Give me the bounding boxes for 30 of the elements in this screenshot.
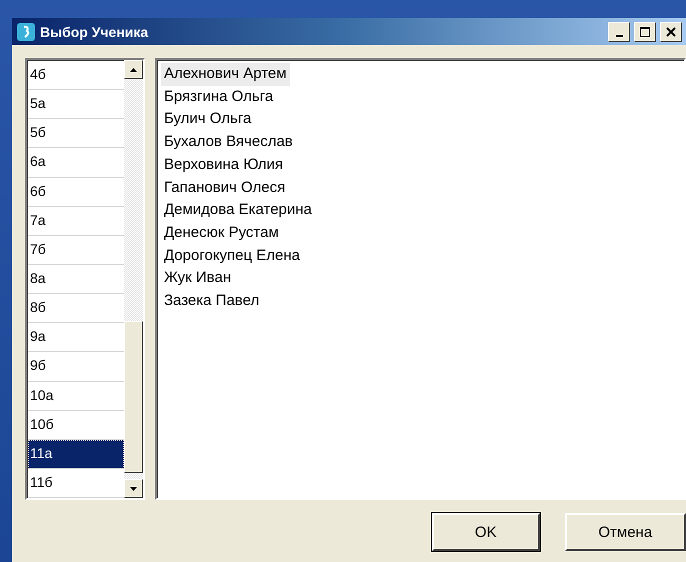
student-item[interactable]: Демидова Екатерина [160, 199, 315, 222]
student-list[interactable]: Алехнович Артем Брязгина Ольга Булич Ольга Бухалов Вячеслав Верховина Юлия Гапанович Олеся Демидова Екатерина Денесюк Рустам Дорогокупец Елена Жук Иван Зазека Павел [154, 58, 686, 500]
student-item[interactable]: Верховина Юлия [160, 154, 286, 177]
scroll-up-button[interactable] [124, 60, 143, 79]
student-item[interactable]: Булич Ольга [160, 108, 254, 132]
student-item[interactable]: Денесюк Рустам [160, 222, 282, 245]
window-title: Выбор Ученика [40, 24, 150, 40]
student-item[interactable]: Жук Иван [160, 267, 234, 290]
scrollbar[interactable] [124, 60, 143, 498]
student-item[interactable]: Зазека Павел [160, 290, 262, 313]
app-icon [16, 22, 36, 42]
maximize-icon [639, 26, 651, 38]
student-item[interactable]: Бухалов Вячеслав [160, 131, 296, 154]
scroll-thumb[interactable] [124, 321, 143, 473]
class-item[interactable]: 11а [28, 440, 124, 469]
cancel-button[interactable]: Отмена [564, 513, 686, 551]
caret-up-icon [130, 68, 137, 72]
scroll-down-button[interactable] [124, 479, 143, 498]
minimize-button[interactable] [608, 22, 630, 42]
caret-down-icon [130, 486, 137, 490]
maximize-button[interactable] [634, 22, 656, 42]
student-item[interactable]: Брязгина Ольга [160, 86, 276, 108]
student-item[interactable]: Алехнович Артем [160, 63, 290, 86]
close-button[interactable] [660, 22, 682, 42]
class-list[interactable]: 4б 5а 5б 6а 6б 7а 7б 8а 8б 9а 9б 10а 10б 11а 11б [25, 58, 145, 500]
student-item[interactable]: Гапанович Олеся [160, 176, 288, 200]
student-item[interactable]: Дорогокупец Елена [160, 244, 304, 268]
ok-button[interactable]: OK [432, 513, 540, 551]
close-icon [665, 26, 677, 38]
minimize-icon [616, 34, 622, 36]
